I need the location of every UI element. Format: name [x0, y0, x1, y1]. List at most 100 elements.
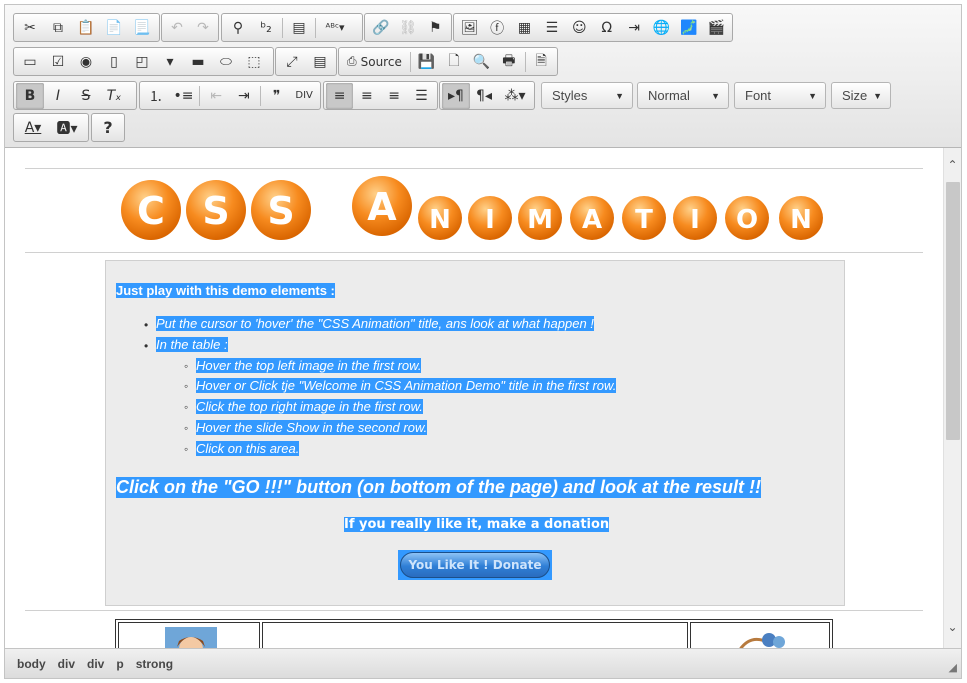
bulleted-list-icon[interactable]: •≡ [170, 83, 198, 109]
size-combo[interactable]: Size ▼ [831, 82, 891, 109]
textfield-icon[interactable]: ▯ [100, 49, 128, 75]
svg-text:C: C [137, 189, 165, 233]
link-icon[interactable]: 🔗 [367, 15, 394, 41]
format-combo[interactable]: Normal ▼ [637, 82, 729, 109]
path-item-p[interactable]: p [116, 657, 123, 671]
source-button[interactable]: ⎙ Source [341, 49, 408, 75]
align-center-icon[interactable]: ≡ [353, 83, 380, 109]
scroll-down-icon[interactable]: ⌄ [944, 618, 961, 636]
spellcheck-icon[interactable]: ᴬᴮᶜ▾ [318, 15, 352, 41]
replace-icon[interactable]: ᵇ₂ [252, 15, 280, 41]
path-item-div[interactable]: div [87, 657, 104, 671]
copy-icon[interactable]: ⧉ [44, 15, 72, 41]
scroll-thumb[interactable] [946, 182, 960, 440]
path-item-body[interactable]: body [17, 657, 46, 671]
svg-text:I: I [690, 205, 700, 235]
rtl-icon[interactable]: ¶◂ [470, 83, 498, 109]
italic-icon[interactable]: I [44, 83, 72, 109]
editing-area[interactable]: C S S A N I M A T I O N Just play with t… [5, 148, 943, 649]
horizontal-rule-icon[interactable]: ☰ [538, 15, 565, 41]
ltr-icon[interactable]: ▸¶ [442, 82, 470, 109]
font-combo[interactable]: Font ▼ [734, 82, 826, 109]
table-cell-left[interactable] [118, 622, 260, 649]
color-group: A▾ 🅰▾ [13, 113, 89, 142]
image-gallery-icon[interactable]: 🗾 [675, 15, 702, 41]
right-image[interactable] [735, 631, 791, 649]
bold-icon[interactable]: B [16, 82, 44, 109]
sub-bullet-dot: ◦ [184, 421, 189, 435]
path-item-strong[interactable]: strong [136, 657, 173, 671]
vertical-scrollbar[interactable]: ⌃ ⌄ [943, 148, 961, 649]
form-icon[interactable]: ▭ [16, 49, 44, 75]
paste-word-icon[interactable]: 📃 [128, 15, 156, 41]
indent-icon[interactable]: ⇥ [230, 83, 258, 109]
numbered-list-icon[interactable]: ⒈ [142, 83, 170, 109]
unlink-icon[interactable]: ⛓ [394, 15, 421, 41]
radio-icon[interactable]: ◉ [72, 49, 100, 75]
image-button-icon[interactable]: ⬭ [212, 49, 240, 75]
image-icon[interactable]: 🖼 [456, 15, 483, 41]
blockquote-icon[interactable]: ❞ [263, 83, 291, 109]
help-icon[interactable]: ? [94, 115, 122, 141]
direction-group: ▸¶ ¶◂ ⁂▾ [439, 81, 535, 110]
show-blocks-icon[interactable]: ▤ [306, 49, 334, 75]
paste-text-icon[interactable]: 📄 [100, 15, 128, 41]
redo-icon[interactable]: ↷ [190, 15, 216, 41]
table-cell-middle[interactable] [262, 622, 688, 649]
donate-button[interactable]: You Like It ! Donate [400, 552, 550, 578]
demo-instructions-box: Just play with this demo elements : • Pu… [105, 260, 845, 606]
cut-icon[interactable]: ✂ [16, 15, 44, 41]
div-container-icon[interactable]: DIV [290, 83, 318, 109]
svg-text:S: S [267, 189, 294, 233]
demo-table [115, 619, 833, 649]
button-icon[interactable]: ▬ [184, 49, 212, 75]
page-break-icon[interactable]: ⇥ [620, 15, 647, 41]
flash-icon[interactable]: ⓕ [483, 15, 510, 41]
maximize-icon[interactable]: ⤢ [278, 49, 306, 75]
select-all-icon[interactable]: ▤ [285, 15, 313, 41]
table-cell-right[interactable] [690, 622, 830, 649]
print-icon[interactable]: 🖶 [495, 49, 522, 75]
checkbox-icon[interactable]: ☑ [44, 49, 72, 75]
separator [259, 85, 261, 106]
special-char-icon[interactable]: Ω [593, 15, 620, 41]
svg-text:N: N [790, 205, 812, 235]
remove-format-icon[interactable]: Tₓ [100, 83, 128, 109]
scroll-up-icon[interactable]: ⌃ [944, 156, 961, 174]
hidden-field-icon[interactable]: ⬚ [240, 49, 268, 75]
undo-icon[interactable]: ↶ [164, 15, 190, 41]
templates-icon[interactable]: 🗎 [528, 49, 555, 75]
styles-combo-label: Styles [552, 88, 588, 103]
justify-icon[interactable]: ☰ [408, 83, 435, 109]
smiley-icon[interactable]: ☺ [566, 15, 593, 41]
svg-text:I: I [485, 205, 495, 235]
save-icon[interactable]: 💾 [413, 49, 440, 75]
sub-bullet-item: Hover the slide Show in the second row. [196, 420, 428, 435]
media-icon[interactable]: 🎬 [703, 15, 730, 41]
strike-icon[interactable]: S [72, 83, 100, 109]
view-group: ⤢ ▤ [275, 47, 337, 76]
iframe-icon[interactable]: 🌐 [648, 15, 675, 41]
path-item-div[interactable]: div [58, 657, 75, 671]
table-icon[interactable]: ▦ [511, 15, 538, 41]
find-icon[interactable]: ⚲ [224, 15, 252, 41]
background-color-icon[interactable]: 🅰▾ [50, 115, 84, 141]
find-group: ⚲ ᵇ₂ ▤ ᴬᴮᶜ▾ [221, 13, 363, 42]
avatar-image[interactable] [165, 627, 217, 649]
outdent-icon[interactable]: ⇤ [202, 83, 230, 109]
preview-icon[interactable]: 🔍 [468, 49, 495, 75]
new-page-icon[interactable]: 🗋 [440, 49, 467, 75]
forms-group: ▭ ☑ ◉ ▯ ◰ ▾ ▬ ⬭ ⬚ [13, 47, 274, 76]
anchor-icon[interactable]: ⚑ [422, 15, 449, 41]
textarea-icon[interactable]: ◰ [128, 49, 156, 75]
align-left-icon[interactable]: ≡ [326, 82, 354, 109]
text-color-icon[interactable]: A▾ [16, 115, 50, 141]
donate-button-wrapper: You Like It ! Donate [398, 550, 552, 580]
styles-combo[interactable]: Styles ▼ [541, 82, 633, 109]
separator [199, 85, 201, 106]
select-icon[interactable]: ▾ [156, 49, 184, 75]
paste-icon[interactable]: 📋 [72, 15, 100, 41]
align-right-icon[interactable]: ≡ [381, 83, 408, 109]
resize-handle-icon[interactable]: ◢ [949, 661, 957, 674]
language-icon[interactable]: ⁂▾ [498, 83, 532, 109]
